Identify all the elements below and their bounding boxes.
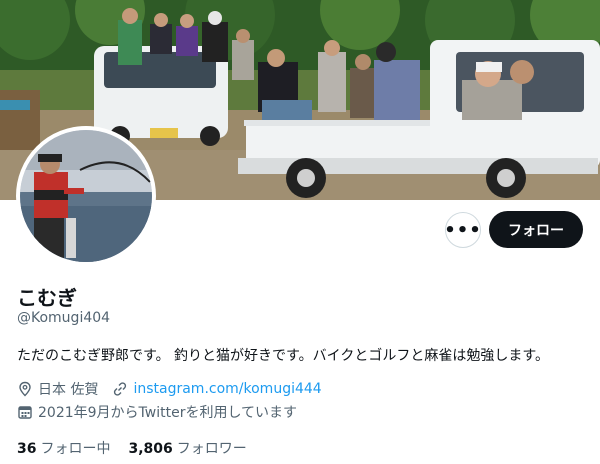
followers-label: フォロワー xyxy=(176,441,247,457)
user-handle: @Komugi404 xyxy=(17,310,111,326)
following-label: フォロー中 xyxy=(40,441,111,457)
profile-joined-row: 2021年9月からTwitterを利用しています xyxy=(17,402,297,422)
following-stat[interactable]: 36 フォロー中 xyxy=(17,438,110,458)
follow-button-label: フォロー xyxy=(508,222,564,239)
location-text: 日本 佐賀 xyxy=(38,382,99,398)
followers-stat[interactable]: 3,806 フォロワー xyxy=(128,438,246,458)
profile-meta-row: 日本 佐賀 instagram.com/komugi444 xyxy=(17,379,322,399)
display-name: こむぎ xyxy=(17,286,77,310)
avatar[interactable] xyxy=(16,126,156,266)
follow-button[interactable]: フォロー xyxy=(489,211,583,248)
link-icon xyxy=(112,381,128,397)
followers-count: 3,806 xyxy=(128,441,173,457)
more-options-button[interactable]: ••• xyxy=(444,212,482,248)
profile-bio: ただのこむぎ野郎です。 釣りと猫が好きです。バイクとゴルフと麻雀は勉強します。 xyxy=(17,348,549,364)
more-icon: ••• xyxy=(444,219,482,241)
location-pin-icon xyxy=(17,381,33,397)
profile-link[interactable]: instagram.com/komugi444 xyxy=(133,381,321,397)
follow-stats: 36 フォロー中 3,806 フォロワー xyxy=(17,438,247,458)
joined-text: 2021年9月からTwitterを利用しています xyxy=(38,405,298,421)
calendar-icon xyxy=(17,404,33,420)
following-count: 36 xyxy=(17,441,37,457)
